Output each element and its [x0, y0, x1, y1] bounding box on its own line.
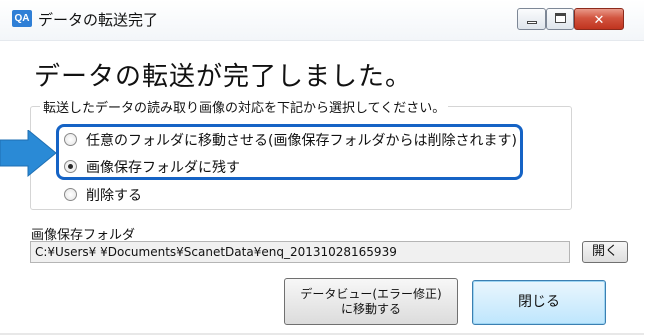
go-to-dataview-button[interactable]: データビュー(エラー修正) に移動する: [284, 278, 458, 325]
minimize-button[interactable]: [517, 8, 546, 30]
window-right-edge: [644, 0, 650, 335]
maximize-button[interactable]: [546, 8, 574, 30]
close-button[interactable]: 閉じる: [472, 280, 606, 325]
page-title: データの転送が完了しました。: [34, 62, 413, 92]
close-window-button[interactable]: ✕: [574, 8, 624, 30]
title-bar[interactable]: QA データの転送完了 ✕: [0, 0, 644, 41]
dataview-button-label-line2: に移動する: [340, 302, 401, 316]
dialog-window: QA データの転送完了 ✕ データの転送が完了しました。 転送したデータの読み取…: [0, 0, 644, 335]
open-folder-button[interactable]: 開く: [582, 241, 628, 263]
radio-delete[interactable]: [64, 188, 77, 201]
dataview-button-label-line1: データビュー(エラー修正): [300, 287, 442, 301]
minimize-icon: [527, 21, 537, 24]
highlight-box: [56, 124, 523, 180]
option-label: 削除する: [86, 188, 142, 204]
close-icon: ✕: [593, 13, 605, 28]
app-icon: QA: [12, 10, 32, 27]
window-title: データの転送完了: [38, 11, 159, 29]
folder-path-field[interactable]: C:¥Users¥ ¥Documents¥ScanetData¥enq_2013…: [30, 241, 570, 263]
maximize-icon: [555, 13, 566, 23]
arrow-right-icon: [0, 130, 57, 178]
options-group-legend: 転送したデータの読み取り画像の対応を下記から選択してください。: [40, 97, 449, 116]
